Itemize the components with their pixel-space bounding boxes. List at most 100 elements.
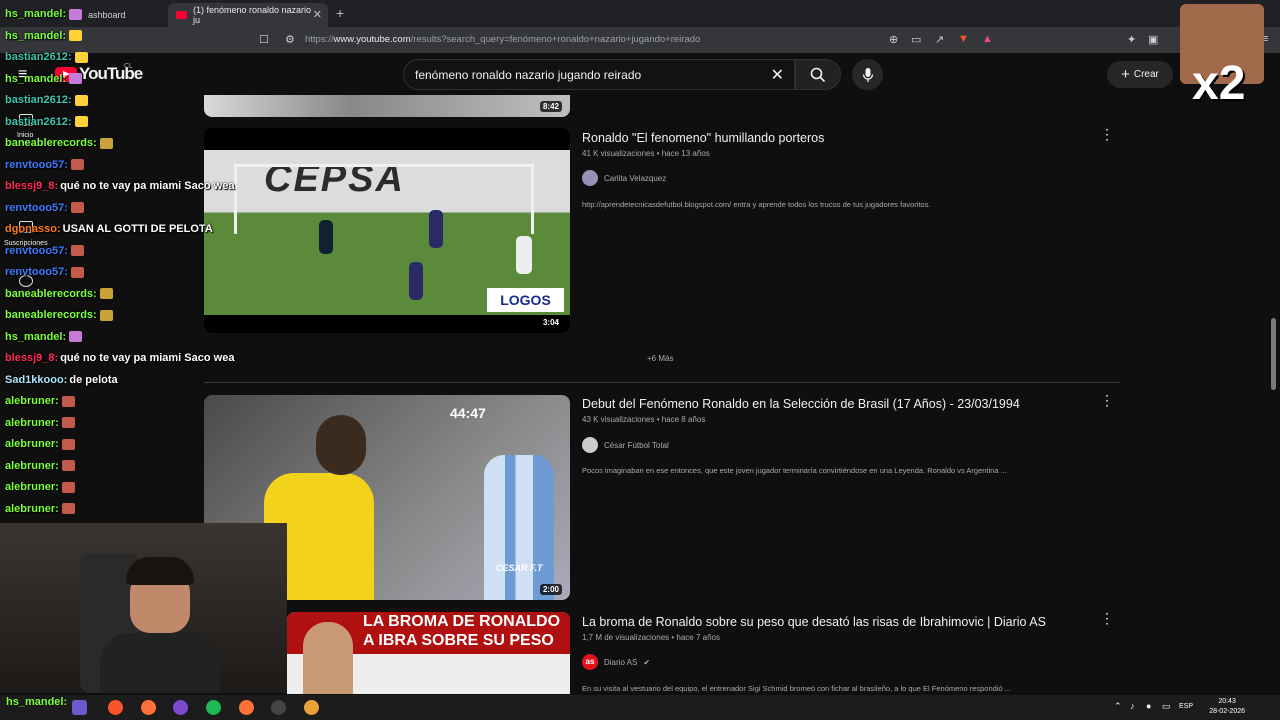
extensions-icon[interactable]: ✦	[1127, 33, 1136, 46]
video-title[interactable]: Ronaldo "El fenomeno" humillando portero…	[582, 131, 824, 145]
chat-message: alebruner:	[5, 438, 75, 450]
verified-icon: ✔	[643, 657, 651, 667]
chat-message: alebruner:	[5, 503, 75, 515]
brave-icon[interactable]	[108, 700, 123, 715]
video-duration: 8:42	[539, 101, 562, 112]
chat-username: renvtooo57:	[5, 201, 68, 214]
chat-emote-icon	[69, 30, 83, 42]
chat-message: renvtooo57:	[5, 202, 84, 214]
rewards-icon[interactable]: ▲	[982, 33, 993, 45]
app-icon[interactable]	[304, 700, 319, 715]
chat-username: renvtooo57:	[5, 158, 68, 171]
video-duration: 2:00	[539, 584, 562, 595]
chat-username: renvtooo57:	[5, 244, 68, 257]
app-icon[interactable]	[173, 700, 188, 715]
voice-search-button[interactable]	[852, 59, 883, 90]
player-figure	[319, 220, 333, 254]
chat-message: bastian2612:	[5, 94, 88, 106]
chat-message: bastian2612:	[5, 51, 88, 63]
firefox-icon[interactable]	[239, 700, 254, 715]
microphone-icon[interactable]: ●	[1146, 701, 1151, 711]
url-field[interactable]: https://www.youtube.com/results?search_q…	[305, 34, 700, 45]
more-options-icon[interactable]: ⋮	[1100, 126, 1114, 143]
system-clock[interactable]: 20:43 28-02-2026	[1209, 697, 1245, 717]
chat-username: alebruner:	[5, 416, 59, 429]
chat-emote-icon	[70, 245, 84, 257]
network-icon[interactable]: ▭	[1162, 701, 1171, 712]
player-figure	[409, 262, 423, 300]
chat-username: renvtooo57:	[5, 266, 68, 278]
channel-name: Carlita Velazquez	[604, 173, 667, 183]
thumbnail-headline-1: LA BROMA DE RONALDO	[363, 613, 561, 630]
channel-name: Diario AS	[604, 657, 638, 667]
app-icon[interactable]	[72, 700, 87, 715]
player-head	[316, 415, 366, 475]
chat-username: hs_mandel:	[5, 29, 67, 42]
sidebar-icon[interactable]: ▣	[1148, 33, 1158, 46]
share-icon[interactable]: ↗	[935, 33, 944, 46]
chat-emote-icon	[70, 159, 84, 171]
chat-username: hs_mandel:	[5, 330, 67, 343]
close-tab-icon[interactable]: ✕	[313, 8, 322, 21]
video-title[interactable]: Debut del Fenómeno Ronaldo en la Selecci…	[582, 397, 1020, 411]
chat-emote-icon	[99, 137, 113, 149]
chat-emote-icon	[99, 288, 113, 300]
plus-icon: +	[1121, 66, 1130, 83]
url-path: /results?search_query=fenómeno+ronaldo+n…	[410, 34, 701, 45]
obs-icon[interactable]	[271, 700, 286, 715]
chat-message: dgonasso: USAN AL GOTTI DE PELOTA	[5, 223, 213, 235]
video-title[interactable]: La broma de Ronaldo sobre su peso que de…	[582, 615, 1046, 629]
chat-username: dgonasso:	[5, 223, 61, 235]
chat-username: blessj9_8:	[5, 180, 59, 192]
more-options-icon[interactable]: ⋮	[1100, 392, 1114, 409]
chat-message: Sad1kkooo: de pelota	[5, 374, 118, 386]
channel-link[interactable]: Carlita Velazquez	[582, 170, 666, 186]
player-figure	[516, 236, 532, 274]
brave-shield-icon[interactable]: ▼	[958, 33, 969, 45]
video-description: http://aprendetecnicasdefutbol.blogspot.…	[582, 200, 931, 209]
new-tab-button[interactable]: +	[336, 5, 344, 21]
channel-link[interactable]: as Diario AS ✔	[582, 654, 650, 670]
chat-username: hs_mandel:	[5, 8, 67, 20]
chat-username: alebruner:	[5, 438, 59, 450]
chat-username: baneablerecords:	[5, 137, 97, 149]
channel-avatar	[582, 437, 598, 453]
url-prefix: https://	[305, 34, 334, 45]
channel-link[interactable]: César Fútbol Total	[582, 437, 669, 453]
thumbnail-headline-2: A IBRA SOBRE SU PESO	[363, 632, 554, 649]
chat-message: blessj9_8: qué no te vay pa miami Saco we…	[5, 352, 234, 364]
create-button[interactable]: + Crear	[1107, 61, 1173, 88]
chat-username: bastian2612:	[5, 94, 72, 106]
chat-message: renvtooo57:	[5, 159, 84, 171]
chat-text: USAN AL GOTTI DE PELOTA	[62, 223, 213, 235]
search-input[interactable]: fenómeno ronaldo nazario jugando reirado…	[403, 59, 795, 90]
thumbnail-watermark: CESAR F.T	[496, 563, 543, 573]
chat-text: de pelota	[69, 373, 118, 386]
video-thumbnail[interactable]: LA BROMA DE RONALDO A IBRA SOBRE SU PESO	[287, 612, 570, 694]
clock-date: 28-02-2026	[1209, 708, 1245, 715]
video-meta: 1,7 M de visualizaciones • hace 7 años	[582, 633, 720, 642]
clear-search-icon[interactable]: ✕	[771, 65, 784, 85]
cast-icon[interactable]: ▭	[911, 33, 921, 46]
video-meta: 41 K visualizaciones • hace 13 años	[582, 149, 710, 158]
video-meta: 43 K visualizaciones • hace 8 años	[582, 415, 706, 424]
clock-time: 20:43	[1218, 698, 1236, 705]
spotify-icon[interactable]	[206, 700, 221, 715]
chat-emote-icon	[61, 395, 75, 407]
chat-emote-icon	[70, 266, 84, 278]
firefox-icon[interactable]	[141, 700, 156, 715]
zoom-icon[interactable]: ⊕	[889, 33, 898, 46]
more-options-icon[interactable]: ⋮	[1100, 610, 1114, 627]
volume-icon[interactable]: ♪	[1130, 701, 1135, 711]
language-indicator[interactable]: ESP	[1179, 703, 1193, 710]
chat-emote-icon	[70, 202, 84, 214]
divider	[204, 382, 1120, 383]
show-more-link[interactable]: +6 Más	[647, 354, 673, 363]
channel-avatar	[582, 170, 598, 186]
chat-message: alebruner:	[5, 481, 75, 493]
chat-message: baneablerecords:	[5, 137, 113, 149]
page-scrollbar[interactable]	[1271, 318, 1276, 390]
search-button[interactable]	[795, 59, 841, 90]
chat-emote-icon	[61, 460, 75, 472]
tray-chevron-icon[interactable]: ⌃	[1114, 701, 1122, 712]
